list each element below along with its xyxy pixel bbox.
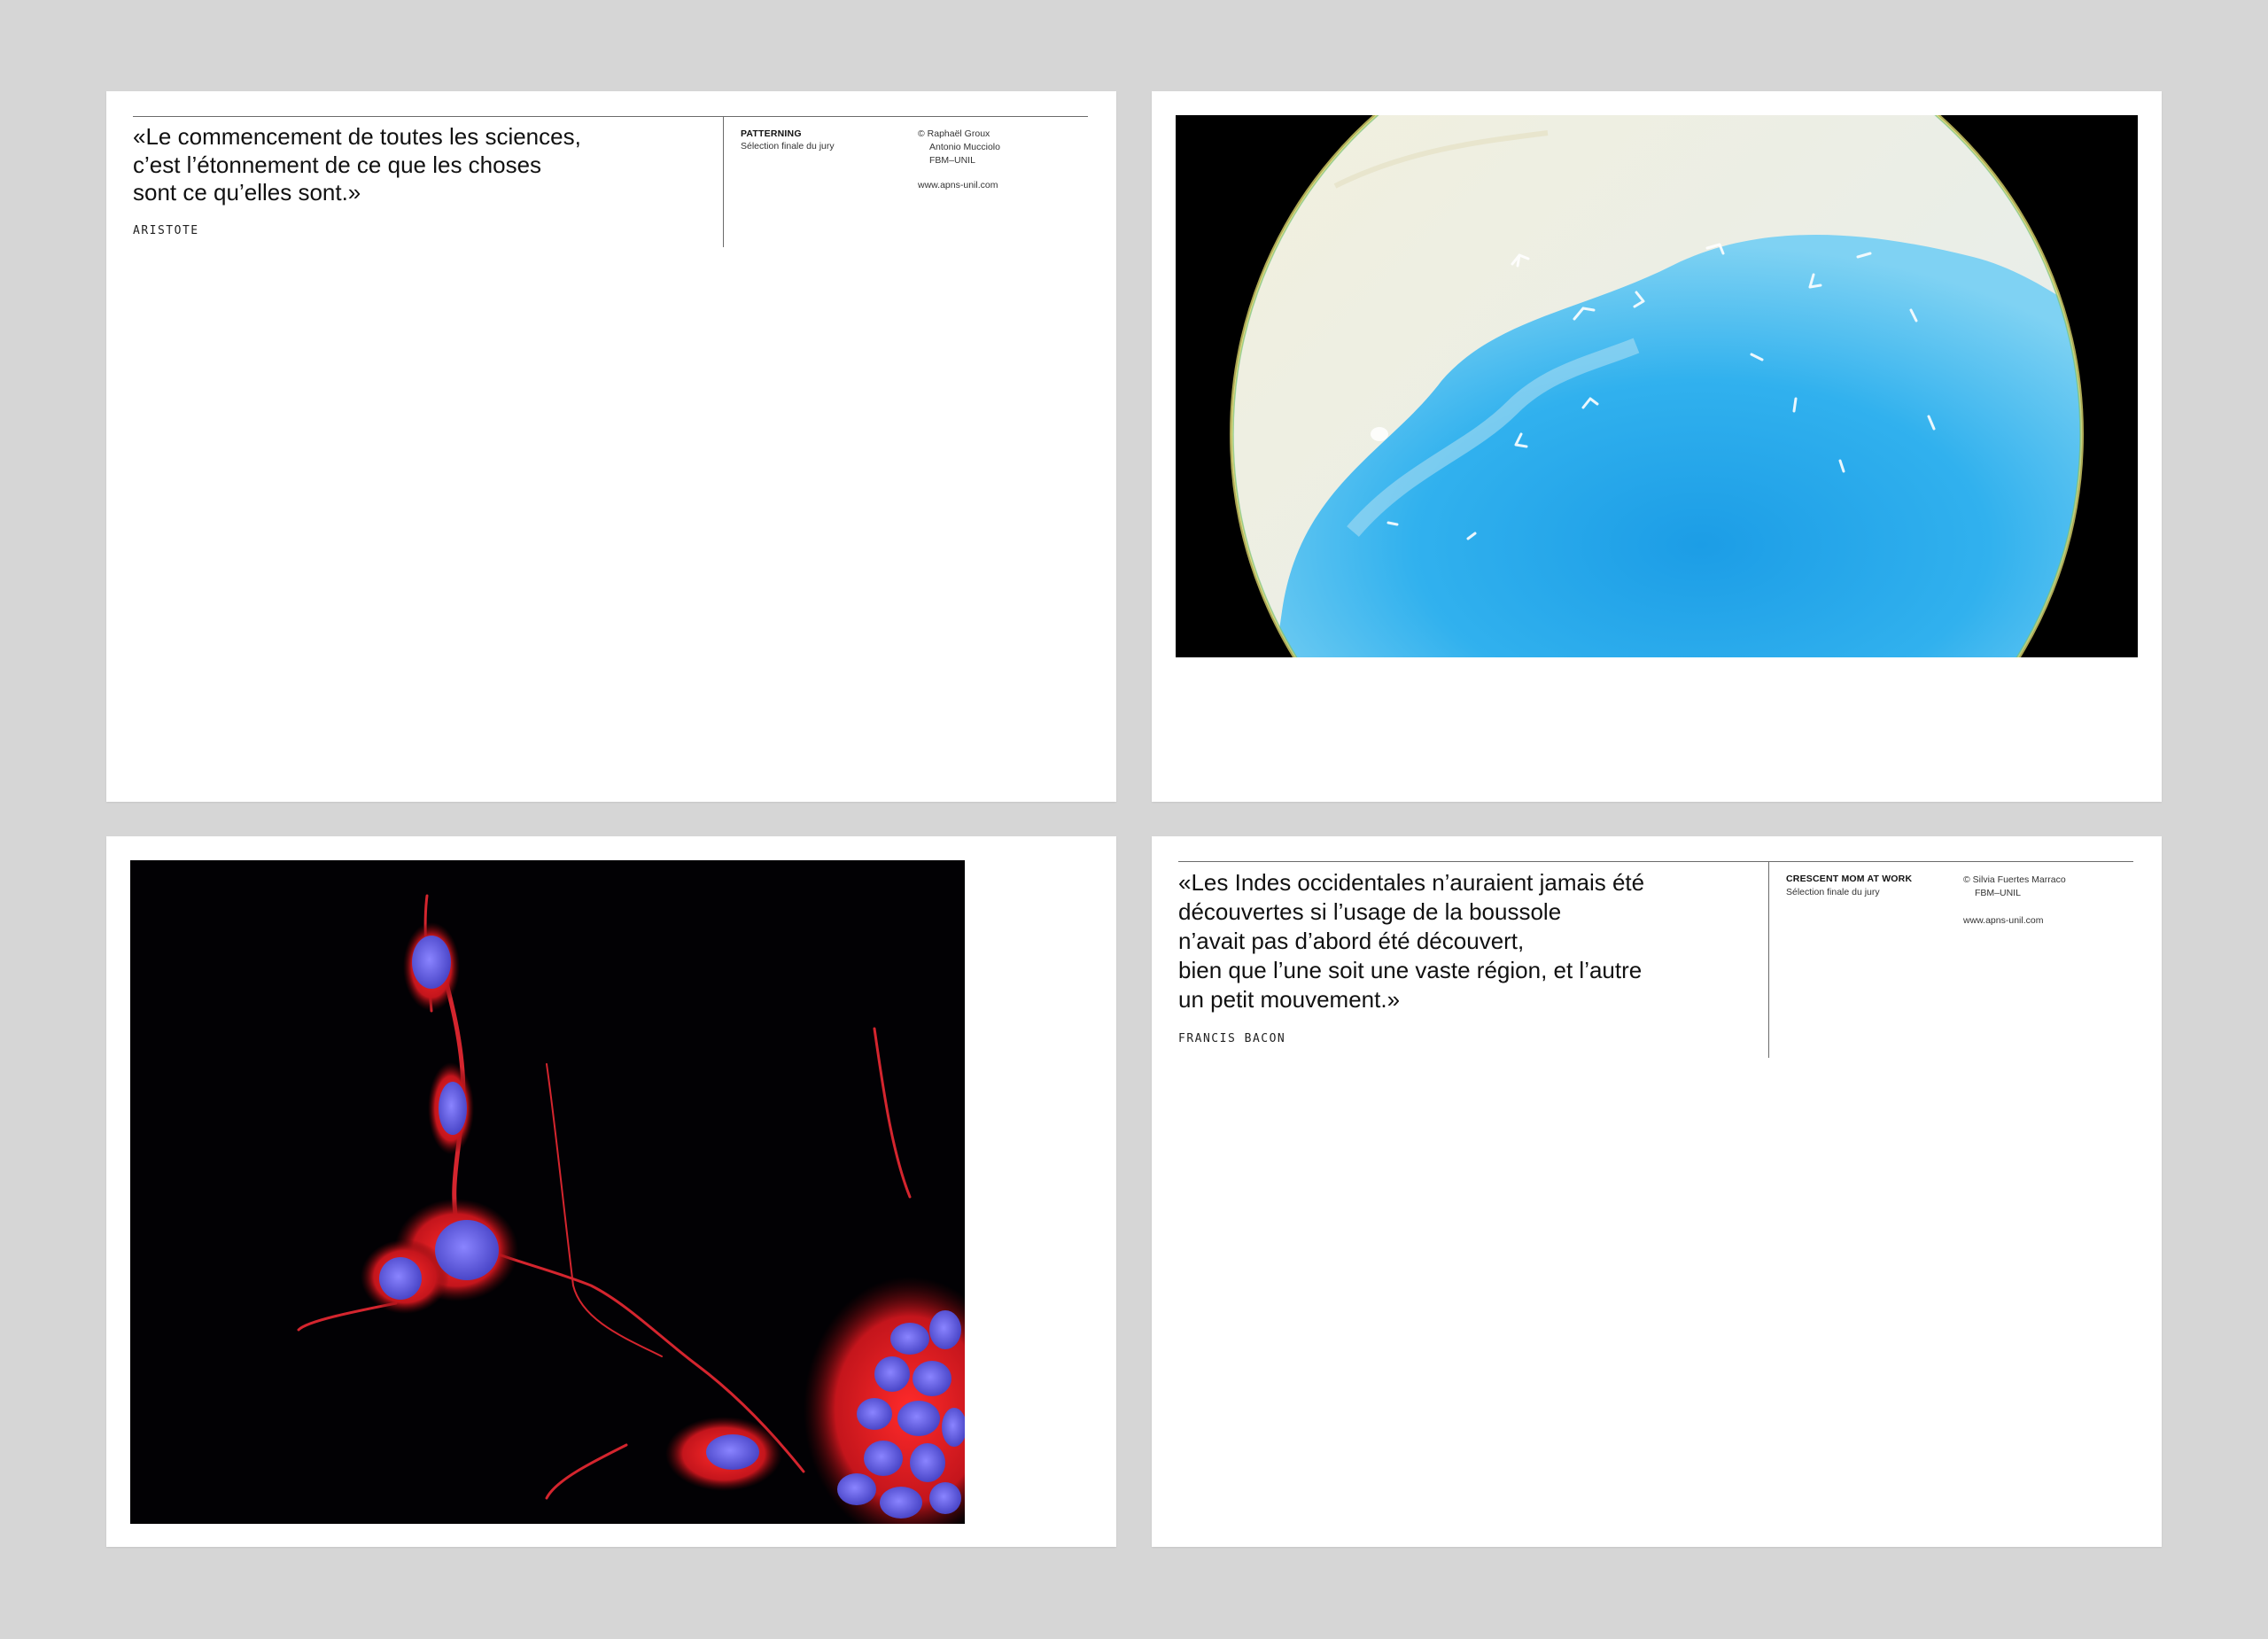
postcard-text-bacon: «Les Indes occidentales n’auraient jamai… <box>1152 836 2162 1547</box>
quote-author: FRANCIS BACON <box>1178 1032 1286 1045</box>
postcard-photo-microscope <box>1152 91 2162 802</box>
postcard-text-aristote: «Le commencement de toutes les sciences,… <box>106 91 1116 802</box>
quote-text: «Le commencement de toutes les sciences,… <box>133 123 581 206</box>
credit-line: FBM–UNIL <box>1975 888 2021 898</box>
project-title: PATTERNING <box>741 128 802 139</box>
photo-credits: © Silvia Fuertes Marraco FBM–UNIL <box>1963 874 2066 900</box>
cells-illustration <box>130 860 965 1524</box>
postcard-photo-cells <box>106 836 1116 1547</box>
project-subtitle: Sélection finale du jury <box>741 141 835 151</box>
microscope-illustration <box>1176 115 2138 657</box>
photo-credits: © Raphaël Groux Antonio Mucciolo FBM–UNI… <box>918 128 1000 167</box>
quote-author: ARISTOTE <box>133 224 199 237</box>
microscope-photo <box>1176 115 2138 657</box>
credit-line: FBM–UNIL <box>929 155 975 166</box>
website-link: www.apns-unil.com <box>1963 915 2044 926</box>
website-link: www.apns-unil.com <box>918 180 998 190</box>
credit-line: © Raphaël Groux <box>918 128 990 139</box>
project-title: CRESCENT MOM AT WORK <box>1786 874 1913 884</box>
top-rule <box>1178 861 2133 862</box>
fluorescence-cells-photo <box>130 860 965 1524</box>
quote-text: «Les Indes occidentales n’auraient jamai… <box>1178 869 1645 1013</box>
project-subtitle: Sélection finale du jury <box>1786 887 1880 897</box>
top-rule <box>133 116 1088 117</box>
credit-line: © Silvia Fuertes Marraco <box>1963 874 2066 885</box>
credit-line: Antonio Mucciolo <box>929 142 1000 152</box>
column-divider <box>1768 861 1769 1058</box>
column-divider <box>723 116 724 247</box>
